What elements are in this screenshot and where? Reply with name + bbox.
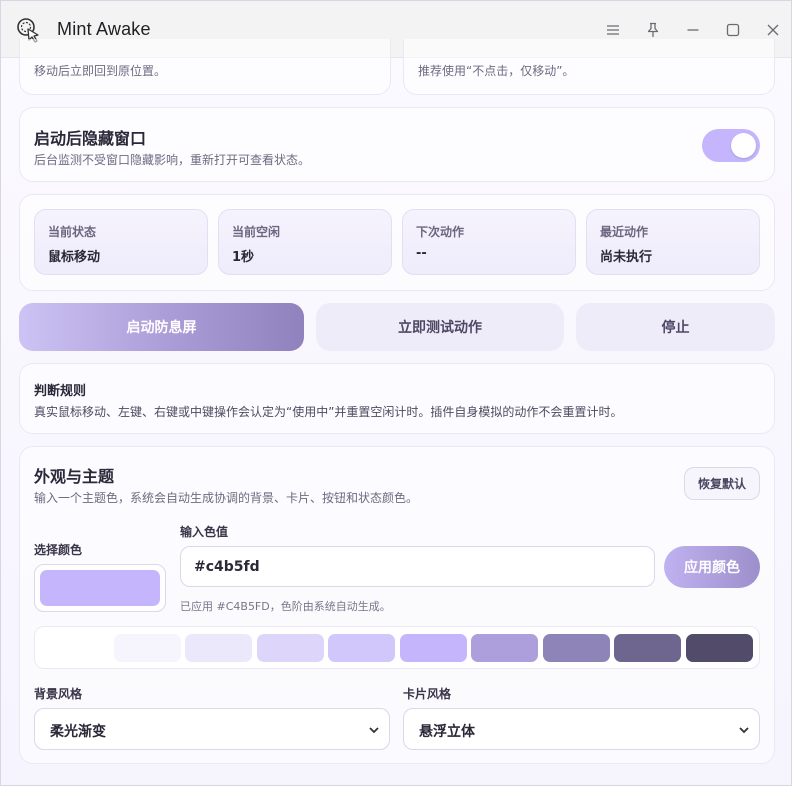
palette-chip <box>185 634 252 662</box>
stat-label: 最近动作 <box>600 225 649 239</box>
stat-value: 鼠标移动 <box>48 250 101 265</box>
card-style-label: 卡片风格 <box>403 687 452 701</box>
stat-last-action: 最近动作 尚未执行 <box>586 209 760 275</box>
hide-window-card: 启动后隐藏窗口 后台监测不受窗口隐藏影响，重新打开可查看状态。 <box>19 107 775 182</box>
stat-value: 1秒 <box>232 250 255 265</box>
selected-color-swatch <box>40 570 160 606</box>
stat-value: -- <box>416 246 427 261</box>
pick-color-label: 选择颜色 <box>34 543 83 557</box>
stat-label: 下次动作 <box>416 225 465 239</box>
palette-chip <box>542 634 610 662</box>
stat-next-action: 下次动作 -- <box>402 209 576 275</box>
rules-title: 判断规则 <box>34 384 87 399</box>
palette-chip <box>685 634 753 662</box>
palette-strip <box>34 626 760 669</box>
bg-style-label: 背景风格 <box>34 687 83 701</box>
mode-option-hint-right: 推荐使用“不点击，仅移动”。 <box>418 64 575 78</box>
palette-chip <box>399 634 467 662</box>
stop-button[interactable]: 停止 <box>576 303 775 351</box>
card-style-select[interactable]: 悬浮立体 <box>403 708 760 750</box>
mode-option-hint-left: 移动后立即回到原位置。 <box>34 64 167 78</box>
menu-icon <box>607 25 619 35</box>
minimize-icon <box>687 29 699 31</box>
start-button[interactable]: 启动防息屏 <box>19 303 304 351</box>
window-title: Mint Awake <box>57 19 151 39</box>
stat-current-state: 当前状态 鼠标移动 <box>34 209 208 275</box>
reset-default-button[interactable]: 恢复默认 <box>684 467 760 500</box>
stat-value: 尚未执行 <box>600 250 653 265</box>
stat-label: 当前状态 <box>48 225 97 239</box>
toggle-knob <box>731 133 756 158</box>
close-icon <box>767 24 779 36</box>
theme-desc: 输入一个主题色，系统会自动生成协调的背景、卡片、按钮和状态颜色。 <box>34 491 419 505</box>
palette-chip <box>256 634 324 662</box>
palette-chip <box>113 634 181 662</box>
bg-style-select[interactable]: 柔光渐变 <box>34 708 390 750</box>
hex-color-input[interactable] <box>180 546 655 587</box>
maximize-icon <box>726 23 740 37</box>
palette-chip <box>614 634 681 662</box>
mode-option-card-left: 移动后立即回到原位置。 <box>19 39 391 95</box>
card-style-value: 悬浮立体 <box>419 724 475 740</box>
chevron-down-icon <box>739 727 749 734</box>
hide-window-toggle[interactable] <box>702 129 760 162</box>
palette-chip <box>471 634 538 662</box>
bg-style-value: 柔光渐变 <box>50 724 106 740</box>
rules-card: 判断规则 真实鼠标移动、左键、右键或中键操作会认定为“使用中”并重置空闲计时。插… <box>19 363 775 434</box>
color-picker[interactable] <box>34 564 166 612</box>
apply-color-button[interactable]: 应用颜色 <box>664 546 760 588</box>
input-color-label: 输入色值 <box>180 525 229 539</box>
applied-hint: 已应用 #C4B5FD，色阶由系统自动生成。 <box>180 600 391 613</box>
stat-current-idle: 当前空闲 1秒 <box>218 209 392 275</box>
palette-chip <box>328 634 395 662</box>
hide-window-desc: 后台监测不受窗口隐藏影响，重新打开可查看状态。 <box>34 153 311 167</box>
pin-icon <box>647 22 659 37</box>
mode-option-card-right: 推荐使用“不点击，仅移动”。 <box>403 39 775 95</box>
test-action-button[interactable]: 立即测试动作 <box>316 303 564 351</box>
theme-title: 外观与主题 <box>34 467 115 486</box>
palette-chip <box>42 634 109 662</box>
chevron-down-icon <box>369 727 379 734</box>
app-window: Mint Awake 移动后立即回到原位置。 推荐使用“不点击，仅移动”。 启动… <box>0 0 792 786</box>
hide-window-title: 启动后隐藏窗口 <box>34 129 147 148</box>
rules-desc: 真实鼠标移动、左键、右键或中键操作会认定为“使用中”并重置空闲计时。插件自身模拟… <box>34 405 623 419</box>
stat-label: 当前空闲 <box>232 225 281 239</box>
